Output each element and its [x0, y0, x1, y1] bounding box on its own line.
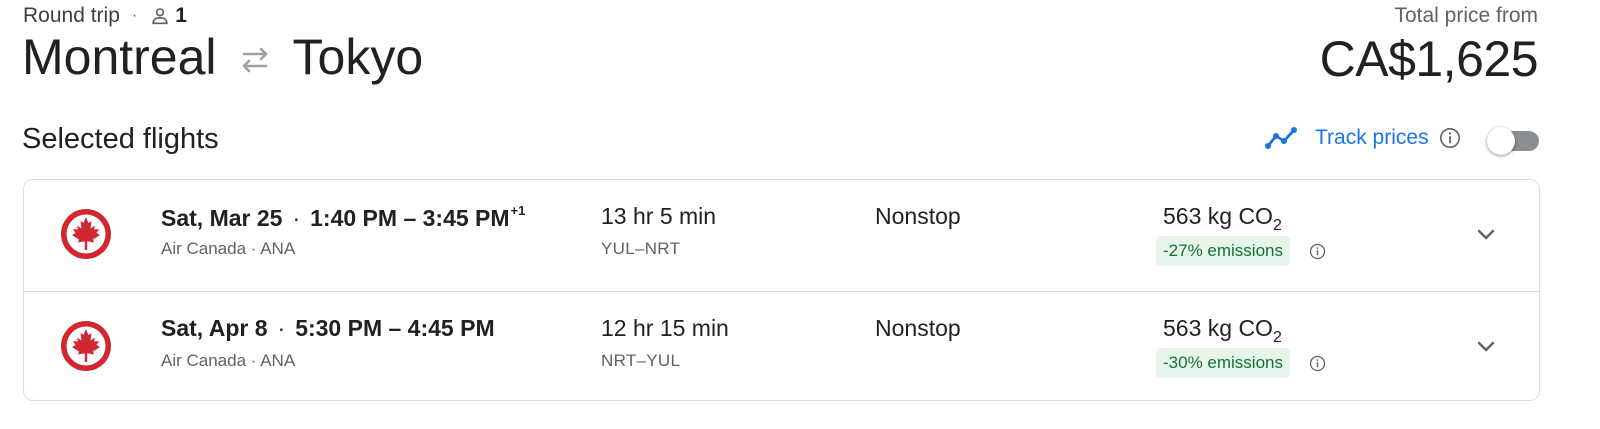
total-price-label: Total price from — [1394, 4, 1538, 27]
air-canada-logo — [61, 209, 111, 259]
passenger-count[interactable]: 1 — [175, 4, 187, 28]
flight-duration: 13 hr 5 min — [601, 203, 717, 229]
flight-date: Sat, Apr 8 — [161, 315, 268, 341]
trip-type-label[interactable]: Round trip — [23, 4, 120, 28]
co2-amount: 563 kg CO — [1163, 203, 1273, 229]
time-separator: · — [277, 315, 286, 341]
co2-subscript: 2 — [1272, 329, 1282, 346]
trending-line-icon — [1265, 127, 1297, 149]
flight-row[interactable]: Sat, Mar 25 · 1:40 PM – 3:45 PM+1 Air Cana… — [24, 180, 1539, 291]
flight-airlines: Air Canada · ANA — [161, 351, 296, 370]
flight-time-range: 1:40 PM – 3:45 PM — [310, 205, 510, 231]
co2-amount: 563 kg CO — [1163, 315, 1273, 341]
chevron-down-icon[interactable] — [1474, 222, 1498, 246]
co2-value: 563 kg CO2 — [1163, 315, 1282, 347]
destination-city: Tokyo — [292, 29, 424, 85]
info-icon[interactable] — [1309, 243, 1326, 260]
total-price-value: CA$1,625 — [1319, 31, 1539, 87]
flight-date: Sat, Mar 25 — [161, 205, 283, 231]
route-title: Montreal Tokyo — [22, 28, 423, 86]
swap-arrows-icon — [242, 47, 267, 73]
flight-airports: YUL–NRT — [601, 239, 681, 258]
flight-stops: Nonstop — [875, 315, 961, 341]
toggle-knob — [1487, 127, 1515, 155]
chevron-down-icon[interactable] — [1474, 334, 1498, 358]
selected-flights-card: Sat, Mar 25 · 1:40 PM – 3:45 PM+1 Air Cana… — [23, 179, 1540, 401]
trip-meta: Round trip · 1 — [23, 4, 187, 28]
flight-times: Sat, Mar 25 · 1:40 PM – 3:45 PM+1 — [161, 203, 525, 232]
track-prices-toggle[interactable] — [1487, 127, 1541, 155]
origin-city: Montreal — [22, 29, 217, 85]
emissions-badge: -27% emissions — [1156, 236, 1290, 266]
flight-time-range: 5:30 PM – 4:45 PM — [295, 315, 495, 341]
flight-duration: 12 hr 15 min — [601, 315, 729, 341]
time-separator: · — [292, 205, 301, 231]
flight-airports: NRT–YUL — [601, 351, 681, 370]
person-icon — [152, 8, 168, 25]
flight-airlines: Air Canada · ANA — [161, 239, 296, 258]
emissions-badge: -30% emissions — [1156, 348, 1290, 378]
info-icon[interactable] — [1439, 127, 1461, 149]
co2-subscript: 2 — [1272, 217, 1282, 234]
day-offset: +1 — [510, 203, 526, 218]
flight-stops: Nonstop — [875, 203, 961, 229]
info-icon[interactable] — [1309, 355, 1326, 372]
meta-separator: · — [131, 7, 138, 24]
section-title: Selected flights — [22, 123, 219, 155]
flight-row[interactable]: Sat, Apr 8 · 5:30 PM – 4:45 PM Air Canada … — [24, 291, 1539, 402]
track-prices-label[interactable]: Track prices — [1315, 126, 1429, 150]
co2-value: 563 kg CO2 — [1163, 203, 1282, 235]
flight-times: Sat, Apr 8 · 5:30 PM – 4:45 PM — [161, 315, 495, 342]
track-prices[interactable]: Track prices — [1265, 125, 1461, 151]
air-canada-logo — [61, 321, 111, 371]
